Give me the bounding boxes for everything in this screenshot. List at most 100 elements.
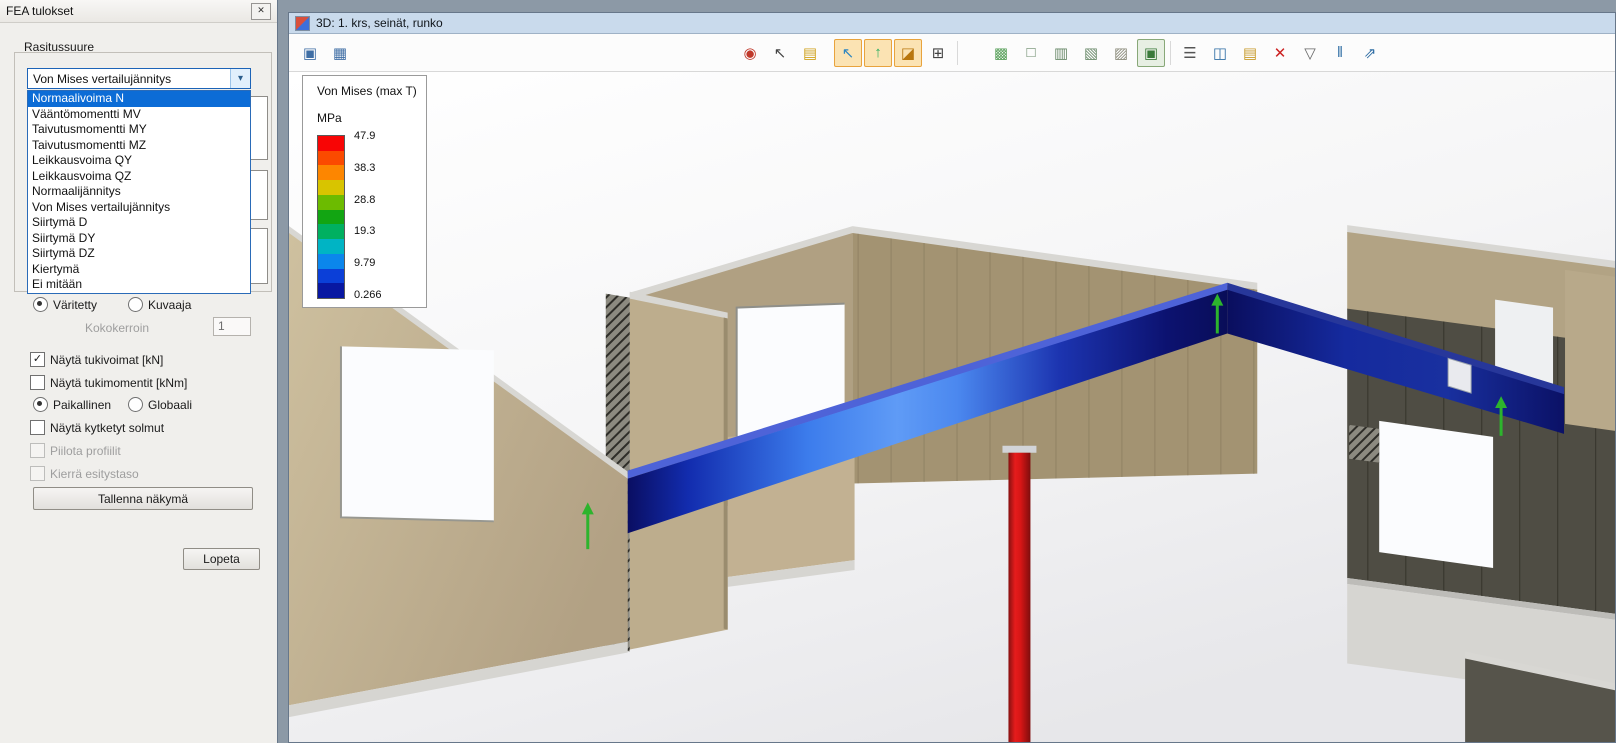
view-transparent-icon[interactable]: ▨ <box>1107 39 1135 67</box>
copy-view-icon[interactable]: ◫ <box>1206 39 1234 67</box>
viewport-3d[interactable]: Von Mises (max T) MPa 47.938.328.819.39.… <box>289 72 1615 742</box>
tile-windows-icon[interactable]: ▦ <box>326 39 354 67</box>
checkbox-icon <box>30 443 45 458</box>
dropdown-item[interactable]: Von Mises vertailujännitys <box>28 200 250 216</box>
legend-color-band <box>318 180 344 195</box>
check-icon: ✓ <box>33 353 42 365</box>
view-shaded-icon[interactable]: ▩ <box>987 39 1015 67</box>
dropdown-item[interactable]: Ei mitään <box>28 277 250 293</box>
toolbar-gap <box>355 52 735 53</box>
pin-icon[interactable]: ◉ <box>736 39 764 67</box>
dropdown-item[interactable]: Siirtymä D <box>28 215 250 231</box>
columns-icon[interactable]: ‖ <box>1326 39 1354 67</box>
pick-node-icon[interactable]: ↖ <box>834 39 862 67</box>
checkbox-nayta-tukimomentit[interactable]: Näytä tukimomentit [kNm] <box>30 375 187 390</box>
checkbox-icon[interactable] <box>30 420 45 435</box>
dropdown-item[interactable]: Normaalivoima N <box>28 91 250 107</box>
view-hidden-line-icon[interactable]: ▥ <box>1047 39 1075 67</box>
pick-annotate-icon[interactable]: ↖ <box>766 39 794 67</box>
combobox-value: Von Mises vertailujännitys <box>28 72 230 86</box>
far-right-wall[interactable] <box>1565 270 1615 431</box>
toolbar-gap <box>825 52 833 53</box>
toolbar: ▣▦◉↖▤↖↑◪⊞▩□▥▧▨▣☰◫▤✕▽‖⇗ <box>289 34 1615 72</box>
dropdown-list[interactable]: Normaalivoima NVääntömomentti MVTaivutus… <box>27 90 251 294</box>
radio-varitetty[interactable]: Väritetty <box>33 297 97 312</box>
radio-icon[interactable] <box>33 297 48 312</box>
radio-globaali[interactable]: Globaali <box>128 397 192 412</box>
toolbar-separator <box>957 41 958 65</box>
right-window[interactable] <box>1379 421 1493 568</box>
checkbox-kierra-esitystaso: Kierrä esitystaso <box>30 466 139 481</box>
checkbox-nayta-tukivoimat[interactable]: ✓ Näytä tukivoimat [kN] <box>30 352 163 367</box>
radio-icon[interactable] <box>128 297 143 312</box>
checkbox-nayta-kytketyt-solmut[interactable]: Näytä kytketyt solmut <box>30 420 164 435</box>
legend-colorbar <box>317 135 345 299</box>
dropdown-item[interactable]: Leikkausvoima QY <box>28 153 250 169</box>
chevron-down-icon[interactable]: ▾ <box>230 69 250 88</box>
dropdown-item[interactable]: Taivutusmomentti MY <box>28 122 250 138</box>
view-wireframe-icon[interactable]: ▧ <box>1077 39 1105 67</box>
legend-color-band <box>318 239 344 254</box>
legend-value: 9.79 <box>354 258 382 269</box>
dropdown-item[interactable]: Siirtymä DZ <box>28 246 250 262</box>
radio-paikallinen[interactable]: Paikallinen <box>33 397 111 412</box>
dropdown-item[interactable]: Normaalijännitys <box>28 184 250 200</box>
export-icon[interactable]: ⇗ <box>1356 39 1384 67</box>
measure-icon[interactable]: ▤ <box>796 39 824 67</box>
checkbox-icon[interactable]: ✓ <box>30 352 45 367</box>
fea-results-dialog: FEA tulokset ✕ Rasitussuure Von Mises ve… <box>0 0 278 743</box>
right-window-sill-hatch <box>1349 425 1379 463</box>
pick-face-icon[interactable]: ◪ <box>894 39 922 67</box>
legend-color-band <box>318 195 344 210</box>
legend-value: 0.266 <box>354 290 382 301</box>
left-window[interactable] <box>341 346 494 521</box>
legend-values: 47.938.328.819.39.790.266 <box>354 131 382 301</box>
checkbox-icon[interactable] <box>30 375 45 390</box>
scene-svg[interactable] <box>289 72 1615 742</box>
legend-color-band <box>318 283 344 298</box>
checkbox-icon <box>30 466 45 481</box>
filter-icon[interactable]: ▽ <box>1296 39 1324 67</box>
pick-element-icon[interactable]: ↑ <box>864 39 892 67</box>
dropdown-item[interactable]: Kiertymä <box>28 262 250 278</box>
save-view-button[interactable]: Tallenna näkymä <box>33 487 253 510</box>
window-title: 3D: 1. krs, seinät, runko <box>316 16 443 30</box>
view-outline-icon[interactable]: □ <box>1017 39 1045 67</box>
radio-kuvaaja[interactable]: Kuvaaja <box>128 297 191 312</box>
stress-quantity-combobox[interactable]: Von Mises vertailujännitys ▾ <box>27 68 251 89</box>
view-render-icon[interactable]: ▣ <box>1137 39 1165 67</box>
application-window: FEA tulokset ✕ Rasitussuure Von Mises ve… <box>0 0 1616 743</box>
legend-unit: MPa <box>317 111 426 125</box>
dialog-titlebar[interactable]: FEA tulokset ✕ <box>0 0 277 23</box>
pick-window-icon[interactable]: ⊞ <box>924 39 952 67</box>
column-red[interactable] <box>1008 453 1030 742</box>
quit-button[interactable]: Lopeta <box>183 548 260 570</box>
legend-title: Von Mises (max T) <box>317 84 426 98</box>
kokokerroin-label: Kokokerroin <box>85 321 149 335</box>
print-icon[interactable]: ▤ <box>1236 39 1264 67</box>
dropdown-item[interactable]: Leikkausvoima QZ <box>28 169 250 185</box>
close-icon[interactable]: ✕ <box>251 3 271 20</box>
legend-panel: Von Mises (max T) MPa 47.938.328.819.39.… <box>302 75 427 308</box>
legend-value: 28.8 <box>354 195 382 206</box>
window-icon <box>295 16 310 31</box>
radio-icon[interactable] <box>33 397 48 412</box>
toolbar-gap <box>962 52 986 53</box>
kokokerroin-input[interactable]: 1 <box>213 317 251 336</box>
legend-color-band <box>318 210 344 225</box>
window-titlebar[interactable]: 3D: 1. krs, seinät, runko <box>289 13 1615 34</box>
legend-value: 47.9 <box>354 131 382 142</box>
dropdown-item[interactable]: Taivutusmomentti MZ <box>28 138 250 154</box>
dropdown-item[interactable]: Siirtymä DY <box>28 231 250 247</box>
radio-icon[interactable] <box>128 397 143 412</box>
legend-color-band <box>318 224 344 239</box>
dialog-title: FEA tulokset <box>6 4 73 18</box>
legend-color-band <box>318 269 344 284</box>
cascade-windows-icon[interactable]: ▣ <box>296 39 324 67</box>
delete-icon[interactable]: ✕ <box>1266 39 1294 67</box>
dropdown-item[interactable]: Vääntömomentti MV <box>28 107 250 123</box>
legend-color-band <box>318 165 344 180</box>
checkbox-piilota-profiilit: Piilota profiilit <box>30 443 121 458</box>
report-icon[interactable]: ☰ <box>1176 39 1204 67</box>
3d-view-window: 3D: 1. krs, seinät, runko ▣▦◉↖▤↖↑◪⊞▩□▥▧▨… <box>288 12 1616 743</box>
